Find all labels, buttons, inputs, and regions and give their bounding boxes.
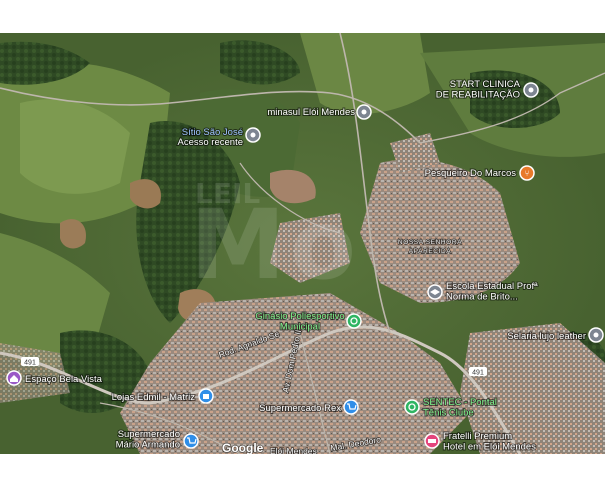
svg-text:491: 491 [24, 360, 36, 367]
road-shield-right: 491 [469, 367, 487, 377]
area-label-line2: APARECIDA [409, 248, 452, 255]
poi-label: Espaço Bela Vista [25, 374, 103, 385]
svg-text:⑂: ⑂ [525, 169, 530, 178]
road-shield-left: 491 [21, 357, 39, 367]
satellite-map[interactable]: LEIL M o 491 491 NOSSA SENHORA APARECIDA… [0, 33, 605, 454]
svg-text:491: 491 [472, 370, 484, 377]
watermark-large: M [190, 189, 286, 301]
city-label: Elói Mendes [270, 446, 317, 454]
poi-label: Selaria lujo leather [507, 331, 586, 342]
poi-label: Lojas Edmil - Matriz [112, 392, 196, 403]
poi-label: Pesqueiro Do Marcos [425, 168, 517, 179]
poi-label: Supermercado Mário Armando [116, 429, 180, 450]
watermark-large-2: o [290, 189, 356, 301]
stadium-icon [404, 399, 420, 415]
area-label-line1: NOSSA SENHORA [398, 239, 462, 246]
google-logo: Google [222, 441, 264, 454]
poi-label: minasul Elói Mendes [267, 107, 355, 118]
poi-label: Supermercado Rex [259, 403, 341, 414]
poi-sublabel: Acesso recente [178, 137, 243, 148]
stadium-icon [346, 313, 362, 329]
